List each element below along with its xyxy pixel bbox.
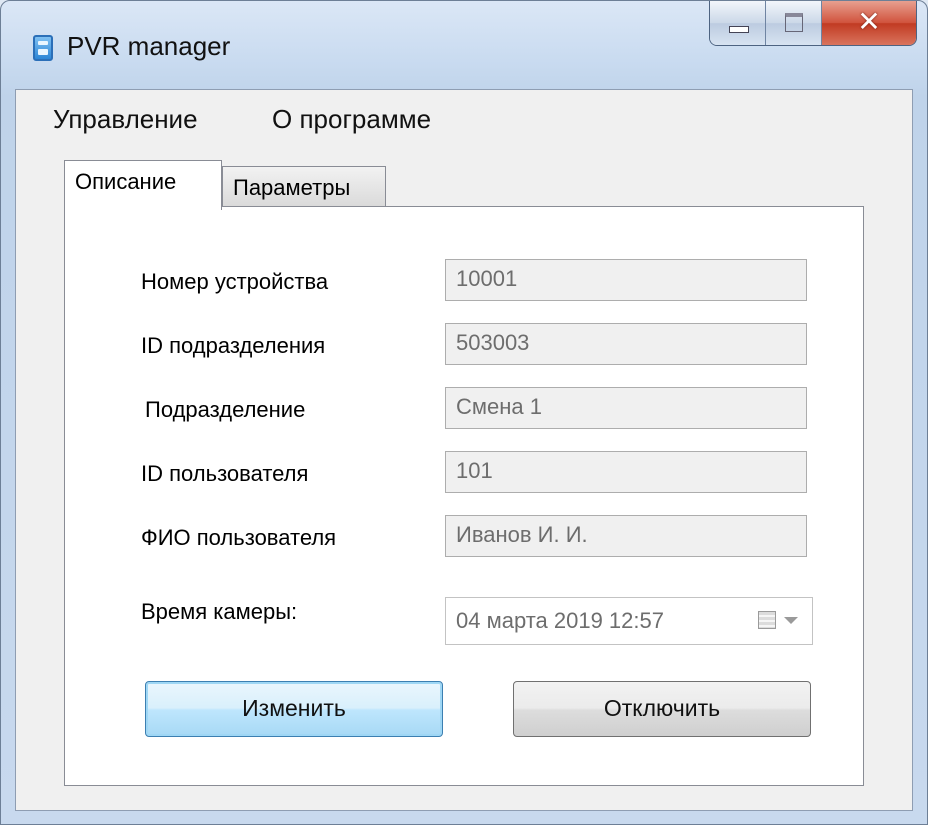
app-icon[interactable] [33,35,53,61]
close-icon: ✕ [857,5,881,38]
calendar-icon[interactable] [758,611,776,629]
department-id-field[interactable]: 503003 [445,323,807,365]
app-window: PVR manager ✕ Управление О программе Опи… [0,0,928,825]
user-name-label: ФИО пользователя [141,525,337,550]
client-area: Управление О программе Описание Параметр… [15,89,913,811]
tab-parameters-label: Параметры [233,175,351,200]
caption-buttons: ✕ [709,1,917,46]
user-id-label: ID пользователя [141,461,309,486]
window-title: PVR manager [67,31,231,61]
user-id-field[interactable]: 101 [445,451,807,493]
menu-item-management[interactable]: Управление [53,104,198,135]
menu-item-about[interactable]: О программе [272,104,431,135]
department-label: Подразделение [145,397,306,422]
menu-bar: Управление О программе [16,90,912,146]
camera-time-label: Время камеры: [141,599,298,624]
department-field[interactable]: Смена 1 [445,387,807,429]
device-number-label: Номер устройства [141,269,329,294]
camera-time-value: 04 марта 2019 12:57 [456,608,664,633]
tab-description-label: Описание [75,169,177,194]
title-bar[interactable]: PVR manager ✕ [1,1,927,87]
disconnect-button[interactable]: Отключить [513,681,811,737]
maximize-button[interactable] [766,1,822,45]
chevron-down-icon[interactable] [784,617,798,624]
minimize-button[interactable] [710,1,766,45]
device-number-field[interactable]: 10001 [445,259,807,301]
tab-description[interactable]: Описание [64,160,222,210]
change-button[interactable]: Изменить [145,681,443,737]
tab-parameters[interactable]: Параметры [222,166,386,208]
camera-time-picker[interactable]: 04 марта 2019 12:57 [445,597,813,645]
department-id-label: ID подразделения [141,333,326,358]
user-name-field[interactable]: Иванов И. И. [445,515,807,557]
tab-panel-description: Номер устройства 10001 ID подразделения … [64,206,864,786]
close-button[interactable]: ✕ [822,1,916,45]
